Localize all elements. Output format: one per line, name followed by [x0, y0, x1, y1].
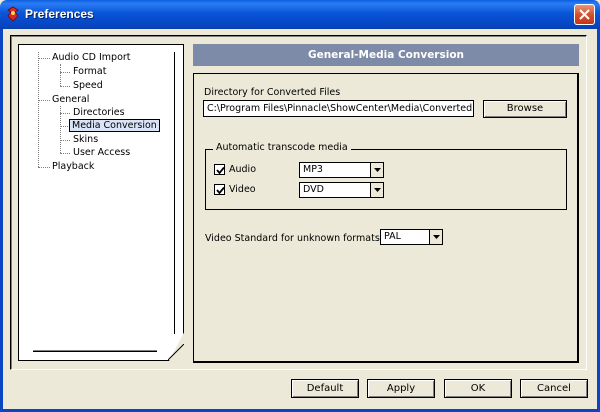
tree-scroll-divider	[174, 52, 175, 334]
chevron-down-icon	[433, 235, 440, 239]
chevron-down-icon	[374, 168, 381, 172]
tree-corner-diagonal	[168, 344, 184, 360]
audio-label: Audio	[229, 164, 257, 175]
tree-item-speed[interactable]: Speed	[73, 80, 103, 91]
close-button[interactable]	[574, 4, 595, 25]
tree-item-format[interactable]: Format	[73, 66, 106, 77]
audio-format-value: MP3	[303, 164, 323, 175]
video-format-value: DVD	[303, 184, 324, 195]
tree-item-general[interactable]: General	[52, 94, 89, 105]
section-header: General-Media Conversion	[193, 44, 579, 66]
audio-format-select[interactable]: MP3	[299, 162, 384, 178]
transcode-group-box	[205, 149, 567, 210]
apply-button[interactable]: Apply	[367, 379, 435, 398]
category-tree-panel	[18, 44, 184, 361]
dropdown-arrow[interactable]	[370, 163, 383, 177]
tree-item-audio-cd-import[interactable]: Audio CD Import	[52, 52, 131, 63]
tree-item-directories[interactable]: Directories	[73, 107, 125, 118]
video-standard-label: Video Standard for unknown formats	[205, 233, 380, 244]
tree-item-playback[interactable]: Playback	[52, 161, 94, 172]
directory-field[interactable]: C:\Program Files\Pinnacle\ShowCenter\Med…	[203, 100, 474, 117]
chevron-down-icon	[374, 188, 381, 192]
default-button[interactable]: Default	[291, 379, 359, 398]
directory-label: Directory for Converted Files	[204, 87, 341, 98]
dropdown-arrow[interactable]	[370, 183, 383, 197]
tree-item-user-access[interactable]: User Access	[73, 147, 130, 158]
video-format-select[interactable]: DVD	[299, 182, 384, 198]
ok-button[interactable]: OK	[444, 379, 512, 398]
cancel-button[interactable]: Cancel	[520, 379, 588, 398]
close-icon	[579, 9, 590, 20]
tree-item-skins[interactable]: Skins	[73, 134, 98, 145]
video-standard-select[interactable]: PAL	[380, 229, 443, 245]
window-title: Preferences	[25, 7, 94, 21]
checkmark-icon	[216, 186, 225, 195]
title-bar[interactable]: Preferences	[0, 0, 600, 29]
tree-item-media-conversion[interactable]: Media Conversion	[69, 119, 160, 132]
tree-bottom-rule	[33, 350, 157, 352]
browse-button[interactable]: Browse	[483, 100, 567, 118]
transcode-group-title: Automatic transcode media	[213, 142, 351, 153]
video-standard-value: PAL	[384, 231, 401, 242]
checkmark-icon	[216, 166, 225, 175]
video-label: Video	[229, 184, 256, 195]
app-icon	[6, 6, 20, 22]
video-checkbox[interactable]	[214, 184, 225, 195]
dropdown-arrow[interactable]	[429, 230, 442, 244]
audio-checkbox[interactable]	[214, 164, 225, 175]
